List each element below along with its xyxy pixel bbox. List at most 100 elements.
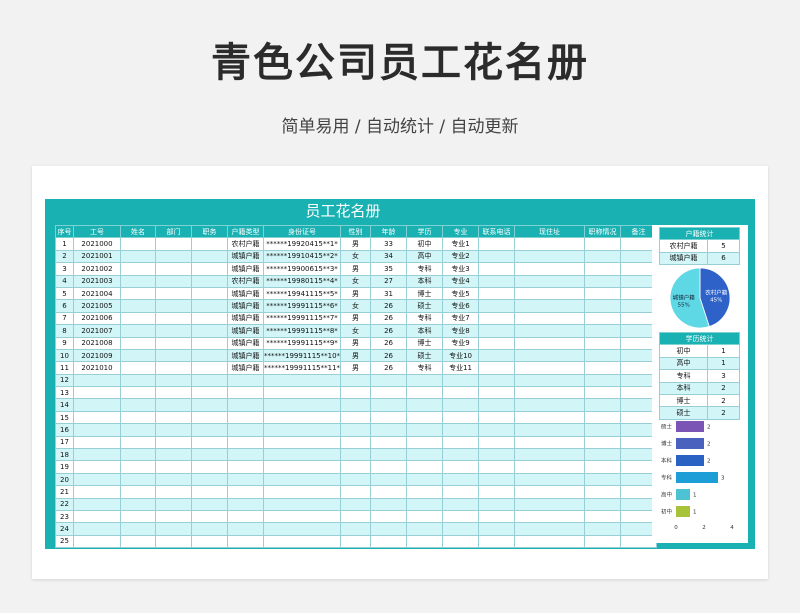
table-cell[interactable] xyxy=(478,448,516,462)
table-cell[interactable] xyxy=(120,274,156,288)
table-cell[interactable] xyxy=(584,237,622,251)
table-cell[interactable] xyxy=(120,336,156,350)
table-cell[interactable] xyxy=(120,311,156,326)
table-cell[interactable] xyxy=(73,373,121,388)
table-cell[interactable] xyxy=(340,472,372,487)
table-cell[interactable] xyxy=(478,398,516,412)
table-cell[interactable] xyxy=(191,534,228,549)
table-cell[interactable] xyxy=(227,410,264,425)
table-cell[interactable] xyxy=(262,398,342,412)
table-cell[interactable] xyxy=(340,398,372,412)
table-cell[interactable]: 7 xyxy=(55,311,74,326)
table-cell[interactable] xyxy=(262,435,342,450)
table-cell[interactable]: 2021006 xyxy=(73,311,121,326)
table-cell[interactable]: 15 xyxy=(55,410,74,425)
table-cell[interactable]: 城镇户籍 xyxy=(227,249,264,264)
table-cell[interactable] xyxy=(442,534,480,549)
table-cell[interactable] xyxy=(340,485,372,499)
table-cell[interactable]: 16 xyxy=(55,423,74,437)
table-cell[interactable] xyxy=(442,410,480,425)
table-cell[interactable] xyxy=(155,522,192,536)
table-cell[interactable] xyxy=(584,448,622,462)
table-cell[interactable] xyxy=(191,497,228,512)
table-cell[interactable] xyxy=(120,423,156,437)
table-cell[interactable] xyxy=(262,448,342,462)
table-cell[interactable]: 6 xyxy=(55,299,74,313)
table-cell[interactable] xyxy=(514,249,586,264)
table-cell[interactable]: 女 xyxy=(340,249,372,264)
table-cell[interactable] xyxy=(262,423,342,437)
table-cell[interactable] xyxy=(478,311,516,326)
table-cell[interactable] xyxy=(514,497,586,512)
table-cell[interactable] xyxy=(155,249,192,264)
table-cell[interactable]: ******19991115**10* xyxy=(262,348,342,363)
table-cell[interactable]: 专业1 xyxy=(442,237,480,251)
table-cell[interactable] xyxy=(514,311,586,326)
table-cell[interactable] xyxy=(442,448,480,462)
table-cell[interactable] xyxy=(120,237,156,251)
table-cell[interactable]: 男 xyxy=(340,237,372,251)
table-cell[interactable] xyxy=(478,423,516,437)
table-cell[interactable] xyxy=(227,534,264,549)
table-cell[interactable] xyxy=(442,373,480,388)
table-cell[interactable]: ******19991115**7* xyxy=(262,311,342,326)
table-cell[interactable] xyxy=(191,472,228,487)
table-cell[interactable] xyxy=(370,509,408,524)
table-cell[interactable] xyxy=(262,509,342,524)
table-cell[interactable] xyxy=(191,274,228,288)
table-cell[interactable]: 专业4 xyxy=(442,274,480,288)
table-cell[interactable] xyxy=(155,237,192,251)
table-cell[interactable] xyxy=(191,509,228,524)
table-cell[interactable] xyxy=(227,386,264,400)
table-cell[interactable] xyxy=(584,262,622,276)
table-cell[interactable] xyxy=(442,398,480,412)
table-cell[interactable] xyxy=(73,522,121,536)
table-cell[interactable] xyxy=(584,410,622,425)
table-cell[interactable]: 1 xyxy=(55,237,74,251)
table-cell[interactable]: 2 xyxy=(55,249,74,264)
table-cell[interactable] xyxy=(155,398,192,412)
table-cell[interactable] xyxy=(514,348,586,363)
table-cell[interactable] xyxy=(191,336,228,350)
table-cell[interactable] xyxy=(406,460,444,474)
table-cell[interactable] xyxy=(514,286,586,301)
table-cell[interactable] xyxy=(227,398,264,412)
table-cell[interactable]: 2021001 xyxy=(73,249,121,264)
table-cell[interactable]: 21 xyxy=(55,485,74,499)
table-cell[interactable] xyxy=(514,410,586,425)
table-cell[interactable]: 3 xyxy=(55,262,74,276)
table-cell[interactable]: 初中 xyxy=(406,237,444,251)
table-cell[interactable]: ******19991115**6* xyxy=(262,299,342,313)
table-cell[interactable] xyxy=(370,423,408,437)
table-cell[interactable] xyxy=(191,448,228,462)
table-cell[interactable]: 12 xyxy=(55,373,74,388)
table-cell[interactable]: 男 xyxy=(340,311,372,326)
table-cell[interactable] xyxy=(370,410,408,425)
table-cell[interactable] xyxy=(120,386,156,400)
table-cell[interactable]: 专科 xyxy=(406,262,444,276)
table-cell[interactable] xyxy=(120,398,156,412)
table-cell[interactable] xyxy=(227,472,264,487)
table-cell[interactable]: ******19991115**9* xyxy=(262,336,342,350)
table-cell[interactable] xyxy=(370,448,408,462)
table-cell[interactable] xyxy=(514,324,586,338)
table-cell[interactable] xyxy=(406,534,444,549)
table-cell[interactable] xyxy=(73,398,121,412)
table-cell[interactable] xyxy=(370,485,408,499)
table-cell[interactable] xyxy=(155,336,192,350)
table-cell[interactable]: 男 xyxy=(340,336,372,350)
table-cell[interactable] xyxy=(478,348,516,363)
table-cell[interactable]: 城镇户籍 xyxy=(227,348,264,363)
table-cell[interactable] xyxy=(584,311,622,326)
table-cell[interactable]: ******19910415**2* xyxy=(262,249,342,264)
table-cell[interactable] xyxy=(73,485,121,499)
table-cell[interactable] xyxy=(370,373,408,388)
table-cell[interactable]: 专科 xyxy=(406,311,444,326)
table-cell[interactable] xyxy=(155,274,192,288)
table-cell[interactable] xyxy=(191,423,228,437)
table-cell[interactable]: 专业8 xyxy=(442,324,480,338)
table-cell[interactable] xyxy=(120,348,156,363)
table-cell[interactable] xyxy=(442,435,480,450)
table-cell[interactable] xyxy=(191,348,228,363)
table-cell[interactable] xyxy=(478,534,516,549)
